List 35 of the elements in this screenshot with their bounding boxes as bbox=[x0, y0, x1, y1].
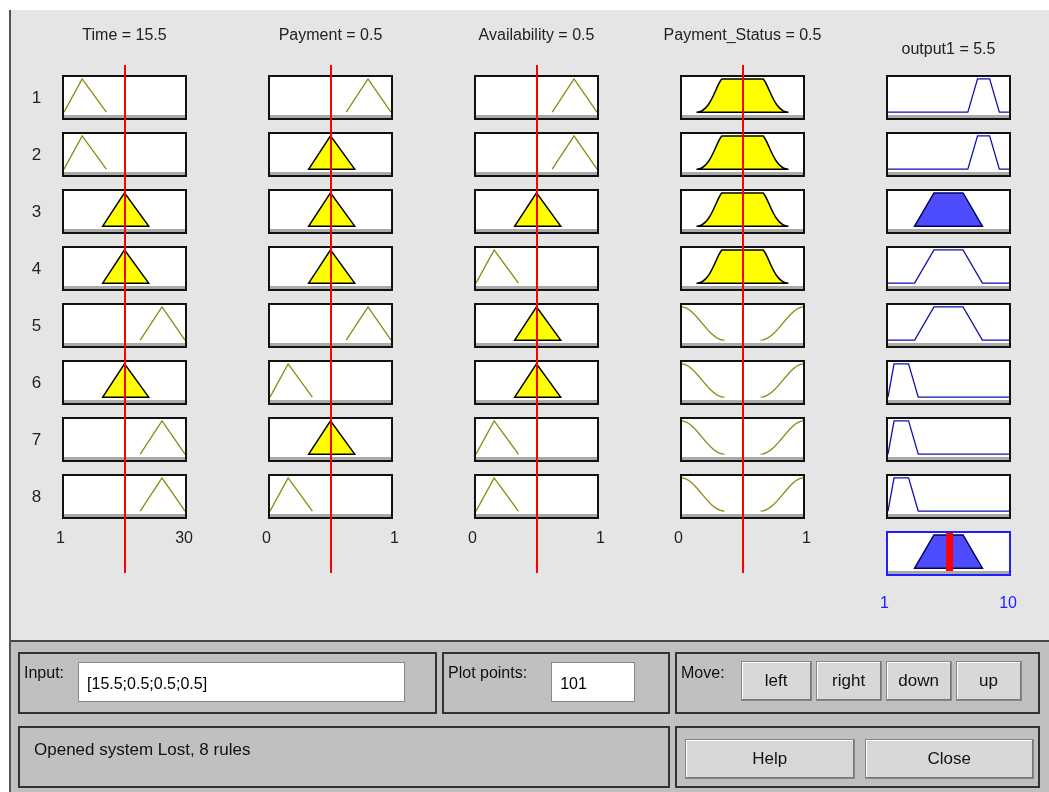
axis-label: 1 bbox=[596, 529, 605, 547]
axis-label: 1 bbox=[390, 529, 399, 547]
axis-label: 1 bbox=[802, 529, 811, 547]
input-title: Payment = 0.5 bbox=[278, 26, 383, 45]
input-title: Availability = 0.5 bbox=[478, 26, 595, 45]
input-field[interactable]: [15.5;0.5;0.5;0.5] bbox=[78, 662, 406, 702]
move-button[interactable]: down bbox=[885, 661, 952, 701]
rule-number: 4 bbox=[30, 257, 43, 280]
help-button[interactable]: Help bbox=[685, 739, 855, 779]
axis-label: 0 bbox=[468, 529, 477, 547]
rule-number: 6 bbox=[30, 371, 43, 394]
axis-label: 30 bbox=[175, 529, 193, 547]
axis-label: 0 bbox=[262, 529, 271, 547]
move-label: Move: bbox=[681, 663, 725, 682]
axis-label: 0 bbox=[674, 529, 683, 547]
axis-label: 1 bbox=[56, 529, 65, 547]
close-button[interactable]: Close bbox=[864, 739, 1034, 779]
rule-number: 1 bbox=[30, 86, 43, 109]
status-text: Opened system Lost, 8 rules bbox=[33, 739, 252, 761]
output-title: output1 = 5.5 bbox=[901, 40, 996, 59]
plot-points-field[interactable]: 101 bbox=[551, 662, 636, 702]
plot-points-label: Plot points: bbox=[448, 663, 528, 682]
rule-number: 2 bbox=[30, 143, 43, 166]
axis-label: 10 bbox=[999, 594, 1017, 612]
rule-number: 7 bbox=[30, 428, 43, 451]
move-button[interactable]: right bbox=[815, 661, 882, 701]
input-title: Payment_Status = 0.5 bbox=[663, 26, 822, 45]
axis-label: 1 bbox=[880, 594, 889, 612]
rule-number: 5 bbox=[30, 314, 43, 337]
rule-number: 3 bbox=[30, 200, 43, 223]
rule-number: 8 bbox=[30, 485, 43, 508]
input-label: Input: bbox=[24, 663, 65, 682]
input-title: Time = 15.5 bbox=[82, 26, 167, 45]
move-button[interactable]: left bbox=[740, 661, 812, 701]
move-button[interactable]: up bbox=[955, 661, 1022, 701]
